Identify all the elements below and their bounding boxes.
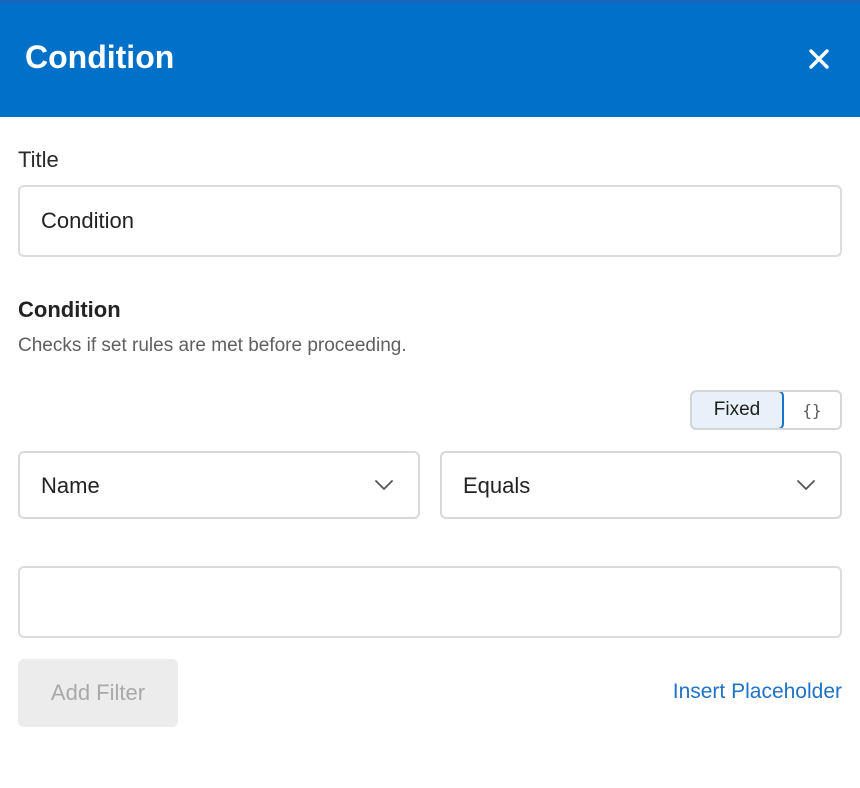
title-input[interactable] — [18, 185, 842, 257]
condition-heading: Condition — [18, 297, 121, 322]
field-select-value: Name — [41, 473, 100, 498]
operator-select-value: Equals — [463, 473, 531, 498]
insert-placeholder-link[interactable]: Insert Placeholder — [673, 679, 842, 705]
filter-value-input[interactable] — [18, 566, 842, 638]
close-icon — [809, 49, 829, 69]
field-select[interactable]: Name — [18, 451, 420, 519]
operator-select[interactable]: Equals — [440, 451, 842, 519]
dialog-title: Condition — [25, 39, 175, 75]
add-filter-button[interactable]: Add Filter — [18, 659, 178, 727]
dynamic-mode-button[interactable]: {} — [784, 392, 840, 428]
fixed-mode-button[interactable]: Fixed — [692, 392, 784, 428]
title-label: Title — [18, 147, 59, 172]
close-button[interactable] — [802, 42, 836, 76]
dialog-header: Condition — [0, 0, 860, 117]
chevron-down-icon — [375, 480, 393, 490]
value-mode-toggle: Fixed {} — [690, 390, 842, 430]
chevron-down-icon — [797, 480, 815, 490]
condition-description: Checks if set rules are met before proce… — [18, 335, 407, 356]
